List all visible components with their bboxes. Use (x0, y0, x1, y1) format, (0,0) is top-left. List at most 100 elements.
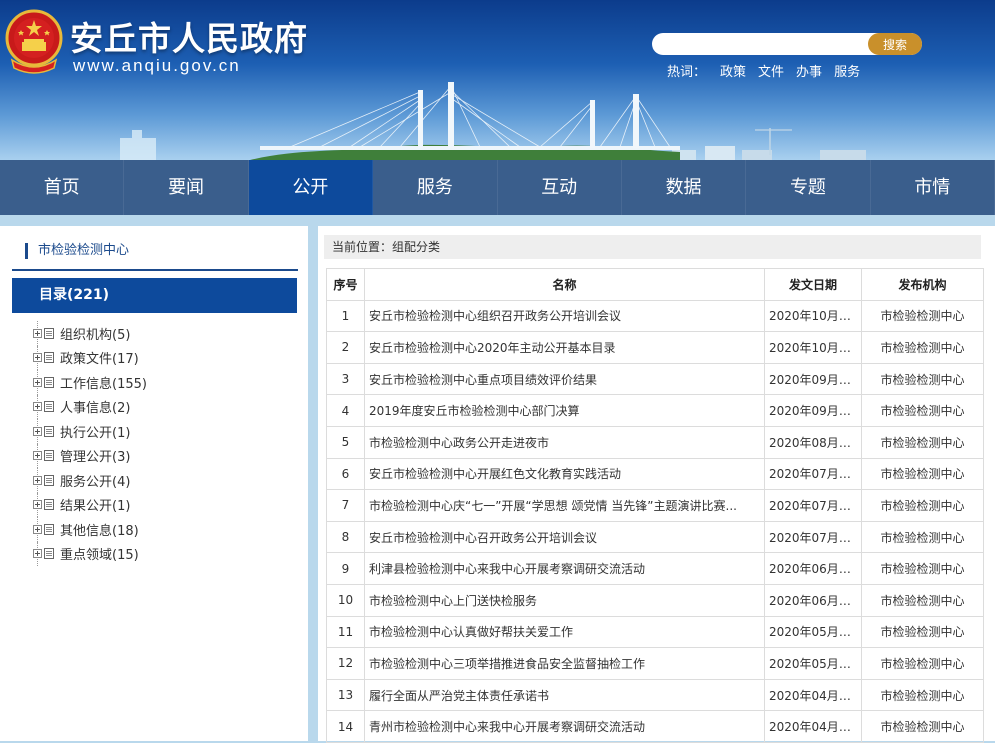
tree-item[interactable]: 重点领域(15) (33, 541, 147, 567)
tree-item-label: 服务公开(4) (60, 474, 131, 490)
document-icon (44, 376, 54, 388)
row-title-link[interactable]: 安丘市检验检测中心组织召开政务公开培训会议 (369, 309, 621, 323)
row-title-cell: 安丘市检验检测中心重点项目绩效评价结果 (364, 362, 765, 396)
nav-item-news[interactable]: 要闻 (124, 160, 249, 215)
row-number: 4 (326, 394, 365, 427)
row-number: 2 (326, 331, 365, 364)
row-title-link[interactable]: 青州市检验检测中心来我中心开展考察调研交流活动 (369, 720, 645, 734)
tree-item[interactable]: 管理公开(3) (33, 443, 147, 469)
expand-icon[interactable] (33, 377, 42, 387)
row-title-link[interactable]: 市检验检测中心政务公开走进夜市 (369, 436, 549, 450)
search-button[interactable]: 搜索 (868, 33, 922, 55)
row-date: 2020年04月2... (764, 710, 862, 743)
row-date: 2020年09月2... (764, 394, 862, 427)
hot-words-label: 热词： (667, 65, 707, 80)
expand-icon[interactable] (33, 549, 42, 559)
row-number: 7 (326, 489, 365, 522)
column-header-date: 发文日期 (764, 268, 862, 301)
column-header-name: 名称 (364, 268, 765, 301)
row-title-link[interactable]: 市检验检测中心三项举措推进食品安全监督抽检工作 (369, 657, 645, 671)
tree-item-label: 执行公开(1) (60, 425, 131, 441)
row-number: 1 (326, 299, 365, 333)
expand-icon[interactable] (33, 500, 42, 510)
tree-item[interactable]: 执行公开(1) (33, 419, 147, 444)
table-row: 14 青州市检验检测中心来我中心开展考察调研交流活动 2020年04月2... 市检验… (326, 710, 984, 743)
row-number: 3 (326, 362, 365, 396)
row-org: 市检验检测中心 (861, 678, 984, 712)
row-title-link[interactable]: 市检验检测中心上门送快检服务 (369, 594, 537, 608)
tree-item[interactable]: 人事信息(2) (33, 394, 147, 420)
tree-item[interactable]: 政策文件(17) (33, 345, 147, 371)
row-number: 10 (326, 583, 365, 617)
column-header-number: 序号 (326, 268, 365, 301)
row-title-cell: 市检验检测中心三项举措推进食品安全监督抽检工作 (364, 647, 765, 680)
document-icon (44, 352, 54, 364)
tree-item-label: 其他信息(18) (60, 523, 139, 539)
search-box: 搜索 (652, 33, 922, 55)
document-icon (44, 474, 54, 486)
nav-item-data[interactable]: 数据 (622, 160, 747, 215)
tree-item[interactable]: 结果公开(1) (33, 492, 147, 518)
tree-item[interactable]: 服务公开(4) (33, 468, 147, 493)
expand-icon[interactable] (33, 475, 42, 485)
row-date: 2020年06月1... (764, 552, 862, 585)
nav-item-city-info[interactable]: 市情 (871, 160, 995, 215)
table-row: 2 安丘市检验检测中心2020年主动公开基本目录 2020年10月1... 市检验检测… (326, 331, 984, 364)
hot-word-link[interactable]: 政策 (720, 61, 746, 80)
tree-item[interactable]: 其他信息(18) (33, 517, 147, 542)
row-title-link[interactable]: 安丘市检验检测中心开展红色文化教育实践活动 (369, 467, 621, 481)
row-title-cell: 2019年度安丘市检验检测中心部门决算 (364, 394, 765, 427)
table-row: 4 2019年度安丘市检验检测中心部门决算 2020年09月2... 市检验检测中心 (326, 394, 984, 427)
row-title-link[interactable]: 2019年度安丘市检验检测中心部门决算 (369, 404, 580, 418)
expand-icon[interactable] (33, 402, 42, 412)
nav-item-home[interactable]: 首页 (0, 160, 125, 215)
tree-item-label: 重点领域(15) (60, 548, 139, 564)
catalog-header[interactable]: 目录(221) (12, 278, 297, 313)
row-org: 市检验检测中心 (861, 710, 984, 743)
document-table: 序号 名称 发文日期 发布机构 1 安丘市检验检测中心组织召开政务公开培训会议 20… (326, 268, 984, 743)
expand-icon[interactable] (33, 353, 42, 363)
row-title-cell: 安丘市检验检测中心开展红色文化教育实践活动 (364, 457, 765, 491)
row-date: 2020年10月2... (764, 299, 862, 333)
hot-word-link[interactable]: 文件 (758, 61, 784, 80)
search-input[interactable] (658, 35, 862, 55)
tree-item[interactable]: 工作信息(155) (33, 370, 147, 395)
site-title[interactable]: 安丘市人民政府 (70, 12, 308, 60)
tree-item-label: 结果公开(1) (60, 499, 131, 515)
hot-word-link[interactable]: 服务 (834, 61, 860, 80)
table-row: 8 安丘市检验检测中心召开政务公开培训会议 2020年07月0... 市检验检测中心 (326, 520, 984, 554)
expand-icon[interactable] (33, 451, 42, 461)
row-title-link[interactable]: 履行全面从严治党主体责任承诺书 (369, 689, 549, 703)
row-date: 2020年06月0... (764, 583, 862, 617)
row-title-link[interactable]: 安丘市检验检测中心重点项目绩效评价结果 (369, 373, 597, 387)
nav-item-services[interactable]: 服务 (373, 160, 498, 215)
row-org: 市检验检测中心 (861, 457, 984, 491)
sidebar-divider (12, 269, 298, 271)
tree-item[interactable]: 组织机构(5) (33, 321, 147, 346)
nav-item-topics[interactable]: 专题 (746, 160, 871, 215)
row-title-link[interactable]: 安丘市检验检测中心召开政务公开培训会议 (369, 531, 597, 545)
expand-icon[interactable] (33, 328, 42, 338)
row-title-cell: 市检验检测中心上门送快检服务 (364, 583, 765, 617)
row-title-link[interactable]: 市检验检测中心认真做好帮扶关爱工作 (369, 625, 573, 639)
nav-item-public[interactable]: 公开 (248, 160, 374, 215)
row-org: 市检验检测中心 (861, 583, 984, 617)
table-row: 1 安丘市检验检测中心组织召开政务公开培训会议 2020年10月2... 市检验检测中… (326, 299, 984, 333)
hot-word-link[interactable]: 办事 (796, 61, 822, 80)
row-title-link[interactable]: 安丘市检验检测中心2020年主动公开基本目录 (369, 341, 616, 355)
row-title-link[interactable]: 利津县检验检测中心来我中心开展考察调研交流活动 (369, 562, 645, 576)
table-row: 6 安丘市检验检测中心开展红色文化教育实践活动 2020年07月2... 市检验检测中… (326, 457, 984, 491)
expand-icon[interactable] (33, 426, 42, 436)
row-number: 14 (326, 710, 365, 743)
nav-item-interaction[interactable]: 互动 (498, 160, 622, 215)
expand-icon[interactable] (33, 524, 42, 534)
row-title-cell: 市检验检测中心政务公开走进夜市 (364, 425, 765, 459)
row-org: 市检验检测中心 (861, 299, 984, 333)
table-row: 12 市检验检测中心三项举措推进食品安全监督抽检工作 2020年05月1... 市检验… (326, 647, 984, 680)
row-date: 2020年10月1... (764, 331, 862, 364)
row-title-cell: 市检验检测中心认真做好帮扶关爱工作 (364, 615, 765, 649)
row-title-cell: 市检验检测中心庆“七一”开展“学思想 颂党情 当先锋”主题演讲比赛... (364, 489, 765, 522)
tree-item-label: 政策文件(17) (60, 352, 139, 368)
row-title-link[interactable]: 市检验检测中心庆“七一”开展“学思想 颂党情 当先锋”主题演讲比赛... (369, 499, 737, 513)
sidebar: 市检验检测中心 目录(221) 组织机构(5) 政策文件(17) 工作信息(15… (0, 226, 308, 741)
